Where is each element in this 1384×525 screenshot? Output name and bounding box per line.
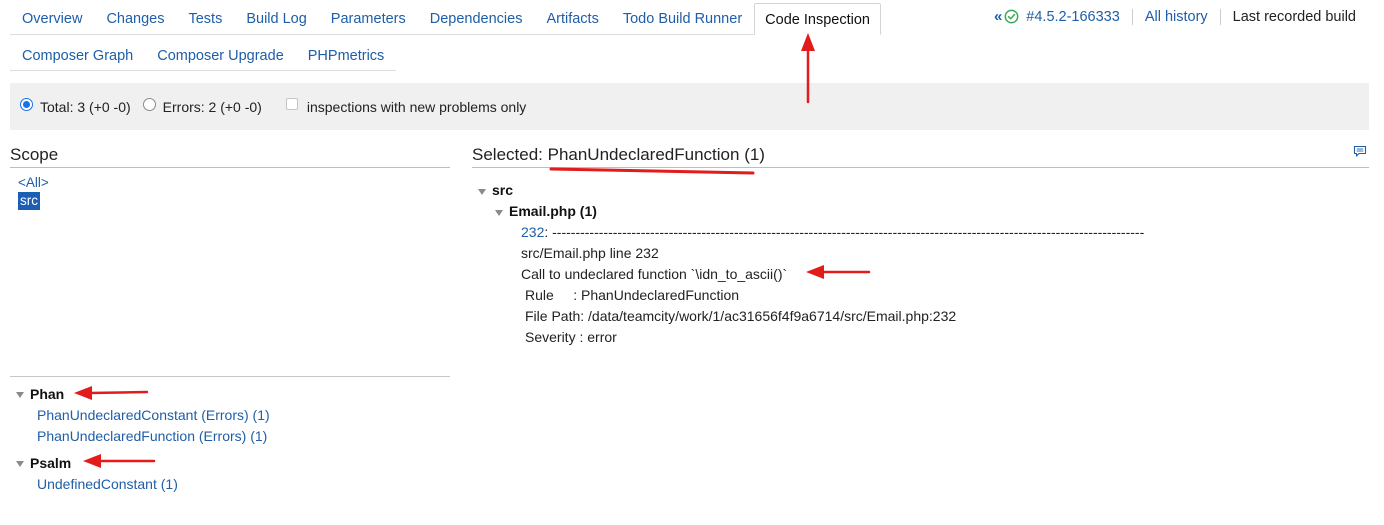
tab-code-inspection[interactable]: Code Inspection [754,3,881,35]
separator [1219,8,1221,25]
file-node[interactable]: Email.php (1) [478,201,1144,222]
inspection-item[interactable]: PhanUndeclaredConstant (Errors) (1) [16,405,270,426]
inspection-item[interactable]: UndefinedConstant (1) [16,474,270,495]
tab-phpmetrics[interactable]: PHPmetrics [296,40,397,71]
check-circle-icon [1004,9,1019,24]
tab-dependencies[interactable]: Dependencies [418,3,535,34]
build-number-link[interactable]: #4.5.2-166333 [1026,9,1120,25]
line-separator: : --------------------------------------… [544,224,1145,240]
selected-inspection-title: Selected: PhanUndeclaredFunction (1) [472,145,1369,168]
selected-prefix: Selected: [472,145,548,164]
collapse-triangle-icon[interactable] [16,461,24,467]
errors-label: Errors: 2 (+0 -0) [162,98,262,115]
line-number-link[interactable]: 232 [521,224,544,240]
total-radio[interactable] [20,98,33,111]
problem-severity: Severity : error [525,329,617,345]
inspection-group-phan[interactable]: Phan [16,384,270,404]
collapse-triangle-icon[interactable] [495,209,503,216]
problem-file-path: File Path: /data/teamcity/work/1/ac31656… [525,308,957,324]
last-recorded-build-link[interactable]: Last recorded build [1233,9,1356,25]
scope-item-src[interactable]: src [18,192,40,210]
file-label: Email.php (1) [509,203,597,219]
inspection-filter-bar: Total: 3 (+0 -0) Errors: 2 (+0 -0) inspe… [10,83,1369,130]
tab-composer-graph[interactable]: Composer Graph [10,40,145,71]
inspection-item[interactable]: PhanUndeclaredFunction (Errors) (1) [16,426,270,447]
filter-total-option[interactable]: Total: 3 (+0 -0) [20,98,131,115]
new-problems-label: inspections with new problems only [306,98,527,115]
problem-location: src/Email.php line 232 [521,245,659,261]
scope-list: <All> src [18,174,49,210]
scope-title: Scope [10,145,450,168]
comment-icon[interactable] [1353,145,1367,158]
tab-todo-build-runner[interactable]: Todo Build Runner [611,3,754,34]
collapse-triangle-icon[interactable] [16,392,24,398]
tab-composer-upgrade[interactable]: Composer Upgrade [145,40,296,71]
build-navigation: « #4.5.2-166333 All history Last recorde… [994,8,1356,25]
collapse-triangle-icon[interactable] [478,188,486,195]
problem-rule: Rule : PhanUndeclaredFunction [525,287,740,303]
inspection-tree: Phan PhanUndeclaredConstant (Errors) (1)… [16,384,270,495]
new-problems-checkbox[interactable] [285,97,298,110]
divider [10,376,450,377]
folder-node[interactable]: src [478,180,1144,201]
all-history-link[interactable]: All history [1145,9,1208,25]
group-label: Psalm [30,455,72,471]
separator [1131,8,1133,25]
tab-bar-primary: Overview Changes Tests Build Log Paramet… [10,3,881,35]
tab-artifacts[interactable]: Artifacts [534,3,610,34]
filter-errors-option[interactable]: Errors: 2 (+0 -0) [142,98,262,115]
tab-build-log[interactable]: Build Log [234,3,318,34]
folder-label: src [492,182,514,198]
problem-message: Call to undeclared function `\idn_to_asc… [521,266,788,282]
filter-new-problems-option[interactable]: inspections with new problems only [285,97,527,115]
group-label: Phan [30,386,65,402]
tab-changes[interactable]: Changes [94,3,176,34]
selected-count: (1) [739,145,765,164]
tab-parameters[interactable]: Parameters [319,3,418,34]
selected-inspection-name: PhanUndeclaredFunction [547,145,740,164]
scope-item-all[interactable]: <All> [18,175,49,190]
tab-bar-secondary: Composer Graph Composer Upgrade PHPmetri… [10,40,397,71]
double-chevron-left-icon[interactable]: « [994,8,1002,25]
problem-line: 232: -----------------------------------… [478,222,1144,243]
total-label: Total: 3 (+0 -0) [40,98,131,115]
tab-tests[interactable]: Tests [176,3,234,34]
inspection-group-psalm[interactable]: Psalm [16,453,270,473]
errors-radio[interactable] [142,98,156,111]
tab-overview[interactable]: Overview [10,3,94,34]
problem-details: src Email.php (1) 232: -----------------… [478,180,1144,348]
annotation-underline [549,167,755,175]
